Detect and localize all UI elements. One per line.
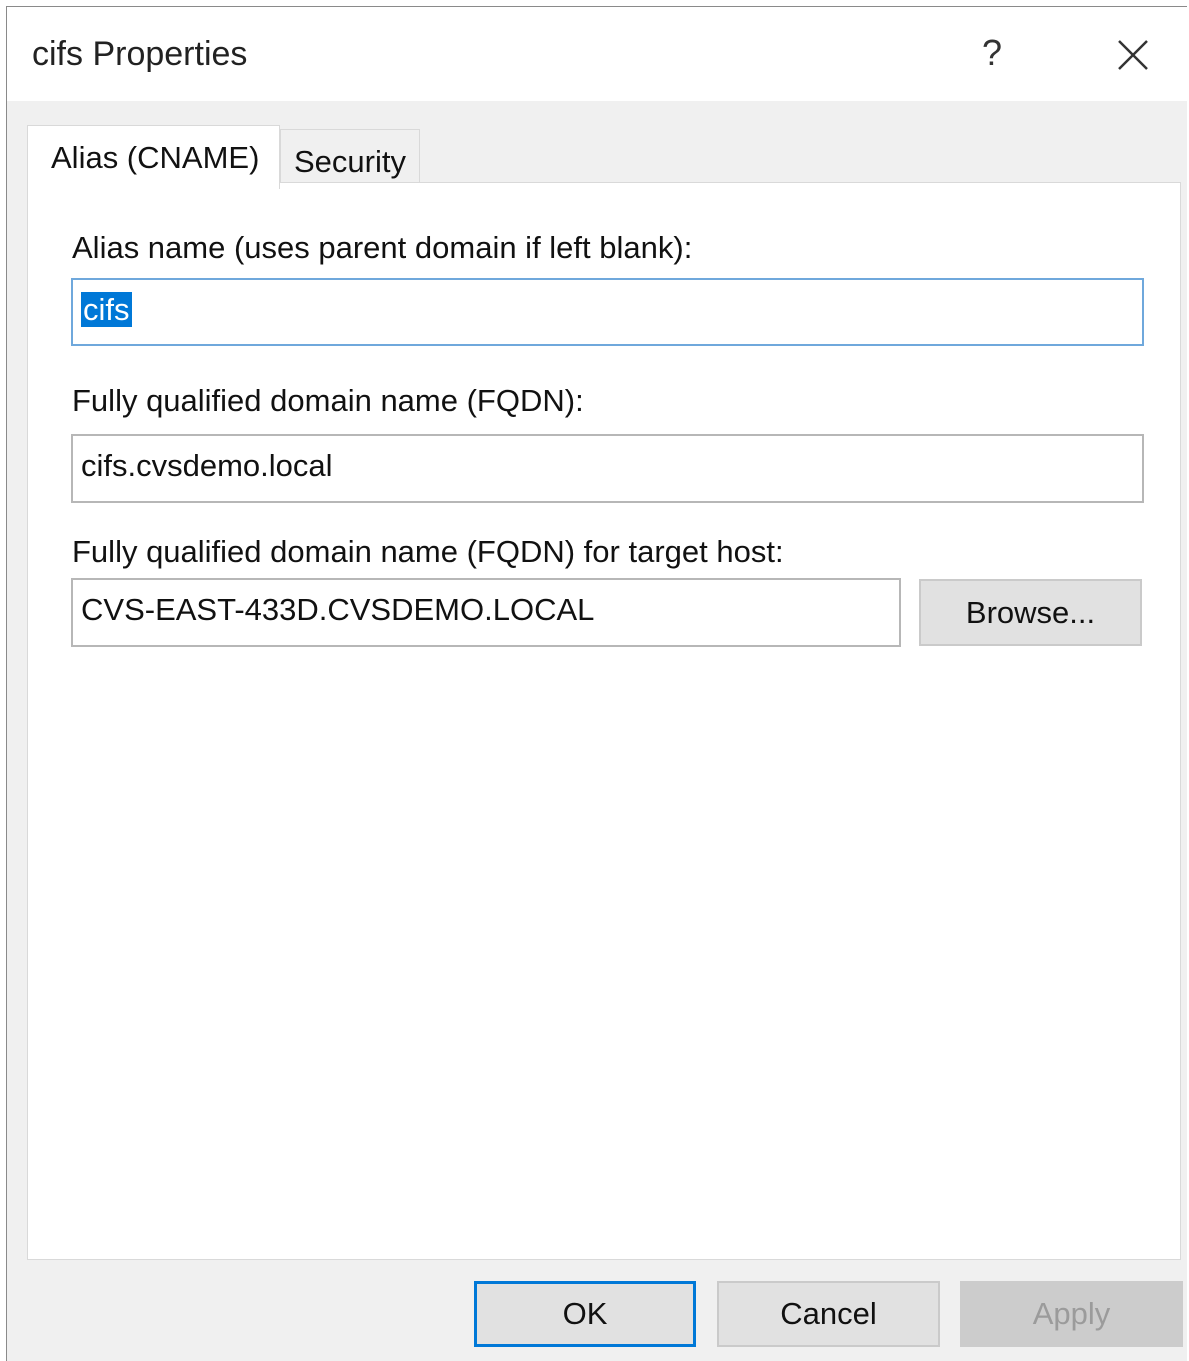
ok-button[interactable]: OK <box>474 1281 696 1347</box>
help-button[interactable]: ? <box>967 25 1017 81</box>
cancel-button[interactable]: Cancel <box>717 1281 940 1347</box>
title-bar: cifs Properties ? <box>7 7 1187 101</box>
apply-button[interactable]: Apply <box>960 1281 1183 1347</box>
fqdn-field[interactable]: cifs.cvsdemo.local <box>71 434 1144 503</box>
fqdn-label: Fully qualified domain name (FQDN): <box>72 383 584 418</box>
close-button[interactable] <box>1107 29 1159 81</box>
properties-dialog: cifs Properties ? Alias (CNAME) Security… <box>6 6 1187 1361</box>
fqdn-value: cifs.cvsdemo.local <box>81 448 333 483</box>
tab-panel-alias: Alias name (uses parent domain if left b… <box>27 182 1181 1260</box>
target-host-value: CVS-EAST-433D.CVSDEMO.LOCAL <box>81 592 595 627</box>
tab-security[interactable]: Security <box>280 129 420 185</box>
alias-name-label: Alias name (uses parent domain if left b… <box>72 230 693 265</box>
browse-button[interactable]: Browse... <box>919 579 1142 646</box>
close-icon <box>1118 40 1148 70</box>
dialog-title: cifs Properties <box>32 35 248 73</box>
target-host-label: Fully qualified domain name (FQDN) for t… <box>72 534 784 569</box>
tab-alias-cname[interactable]: Alias (CNAME) <box>27 125 280 189</box>
alias-name-input[interactable]: cifs <box>71 278 1144 346</box>
alias-name-value: cifs <box>81 292 132 327</box>
target-host-input[interactable]: CVS-EAST-433D.CVSDEMO.LOCAL <box>71 578 901 647</box>
